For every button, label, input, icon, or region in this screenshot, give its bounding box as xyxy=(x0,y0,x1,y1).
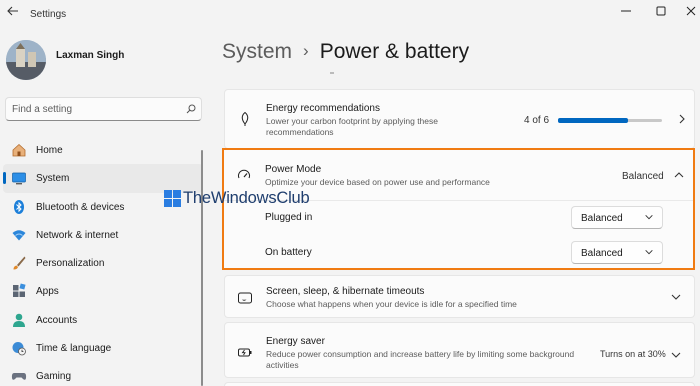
chevron-down-icon[interactable] xyxy=(670,291,682,303)
on-battery-selected: Balanced xyxy=(581,248,623,259)
sidebar-item-time-language[interactable]: Time & language xyxy=(3,334,203,362)
energy-title: Energy recommendations xyxy=(266,103,380,114)
monitor-icon xyxy=(12,172,26,185)
search-input[interactable] xyxy=(12,101,182,117)
energy-saver-description-line2: activities xyxy=(266,360,299,370)
power-mode-value: Balanced xyxy=(622,171,664,182)
power-mode-description: Optimize your device based on power use … xyxy=(265,177,490,187)
screen-sleep-card[interactable]: Screen, sleep, & hibernate timeouts Choo… xyxy=(224,275,695,318)
chevron-down-icon xyxy=(645,250,653,255)
sidebar-item-home[interactable]: Home xyxy=(3,136,203,164)
sidebar-item-personalization[interactable]: Personalization xyxy=(3,249,203,277)
search-icon[interactable] xyxy=(186,104,196,114)
sidebar-scrollbar[interactable] xyxy=(201,150,203,386)
screen-sleep-icon xyxy=(238,292,252,304)
windows-logo-icon xyxy=(164,190,181,207)
energy-saver-card[interactable]: Energy saver Reduce power consumption an… xyxy=(224,322,695,378)
back-arrow-icon[interactable] xyxy=(6,4,20,18)
sidebar-item-label: Time & language xyxy=(36,343,112,355)
leaf-icon xyxy=(241,111,249,126)
sidebar-item-label: Gaming xyxy=(36,371,72,383)
title-bar: Settings xyxy=(0,0,700,22)
plugged-in-selected: Balanced xyxy=(581,213,623,224)
sidebar-item-label: Home xyxy=(36,145,63,156)
energy-progress-bar xyxy=(558,118,662,123)
gamepad-icon xyxy=(11,373,27,381)
energy-progress-fill xyxy=(558,118,628,123)
minimize-icon[interactable] xyxy=(616,3,636,19)
chevron-down-icon[interactable] xyxy=(670,349,682,361)
person-icon xyxy=(13,313,25,327)
chevron-up-icon[interactable] xyxy=(673,169,685,181)
plugged-in-label: Plugged in xyxy=(265,212,313,223)
globe-clock-icon xyxy=(12,342,26,356)
chevron-down-icon xyxy=(645,215,653,220)
brush-icon xyxy=(13,256,26,270)
plugged-in-dropdown[interactable]: Balanced xyxy=(571,206,663,229)
power-mode-title: Power Mode xyxy=(265,164,322,175)
power-mode-card[interactable]: Power Mode Optimize your device based on… xyxy=(222,148,695,270)
energy-description-line1: Lower your carbon footprint by applying … xyxy=(266,116,438,126)
energy-saver-title: Energy saver xyxy=(266,336,325,347)
sidebar-item-system[interactable]: System xyxy=(3,164,203,193)
breadcrumb-separator: › xyxy=(303,41,309,60)
sidebar-nav: Home System Bluetooth & devices Network … xyxy=(3,136,203,386)
breadcrumb-parent[interactable]: System xyxy=(222,40,292,63)
apps-icon xyxy=(13,283,26,298)
sidebar-item-label: Apps xyxy=(36,286,59,298)
watermark-text: TheWindowsClub xyxy=(183,189,310,207)
energy-saver-value: Turns on at 30% xyxy=(600,349,666,359)
sidebar-item-label: Personalization xyxy=(36,258,105,270)
chevron-right-icon[interactable] xyxy=(676,113,688,125)
battery-saver-icon xyxy=(238,348,252,357)
breadcrumb: System › Power & battery xyxy=(222,40,469,64)
profile-name: Laxman Singh xyxy=(56,50,125,61)
sidebar-item-label: Accounts xyxy=(36,314,78,326)
next-setting-card[interactable] xyxy=(224,382,695,386)
energy-progress-text: 4 of 6 xyxy=(524,115,550,126)
on-battery-label: On battery xyxy=(265,247,312,258)
avatar[interactable] xyxy=(6,40,46,80)
sidebar-item-label: Bluetooth & devices xyxy=(36,201,125,213)
energy-description-line2: recommendations xyxy=(266,127,334,137)
app-title: Settings xyxy=(30,9,67,20)
sidebar-item-network[interactable]: Network & internet xyxy=(3,221,203,249)
sidebar-item-gaming[interactable]: Gaming xyxy=(3,362,203,386)
on-battery-dropdown[interactable]: Balanced xyxy=(571,241,663,264)
wifi-icon xyxy=(12,230,26,241)
close-icon[interactable] xyxy=(681,3,700,19)
page-title: Power & battery xyxy=(319,40,470,63)
sidebar-item-label: System xyxy=(36,173,70,185)
energy-saver-description-line1: Reduce power consumption and increase ba… xyxy=(266,349,575,359)
screen-sleep-description: Choose what happens when your device is … xyxy=(266,299,517,309)
sidebar-item-apps[interactable]: Apps xyxy=(3,277,203,305)
search-box[interactable] xyxy=(5,97,202,121)
power-mode-icon xyxy=(238,169,250,179)
header-divider xyxy=(330,72,334,74)
energy-recommendations-card[interactable]: Energy recommendations Lower your carbon… xyxy=(224,89,695,149)
screen-sleep-title: Screen, sleep, & hibernate timeouts xyxy=(266,286,425,297)
sidebar-item-label: Network & internet xyxy=(36,229,119,241)
maximize-icon[interactable] xyxy=(651,3,671,19)
home-icon xyxy=(12,143,26,157)
sidebar-item-accounts[interactable]: Accounts xyxy=(3,306,203,334)
bluetooth-icon xyxy=(14,199,24,214)
